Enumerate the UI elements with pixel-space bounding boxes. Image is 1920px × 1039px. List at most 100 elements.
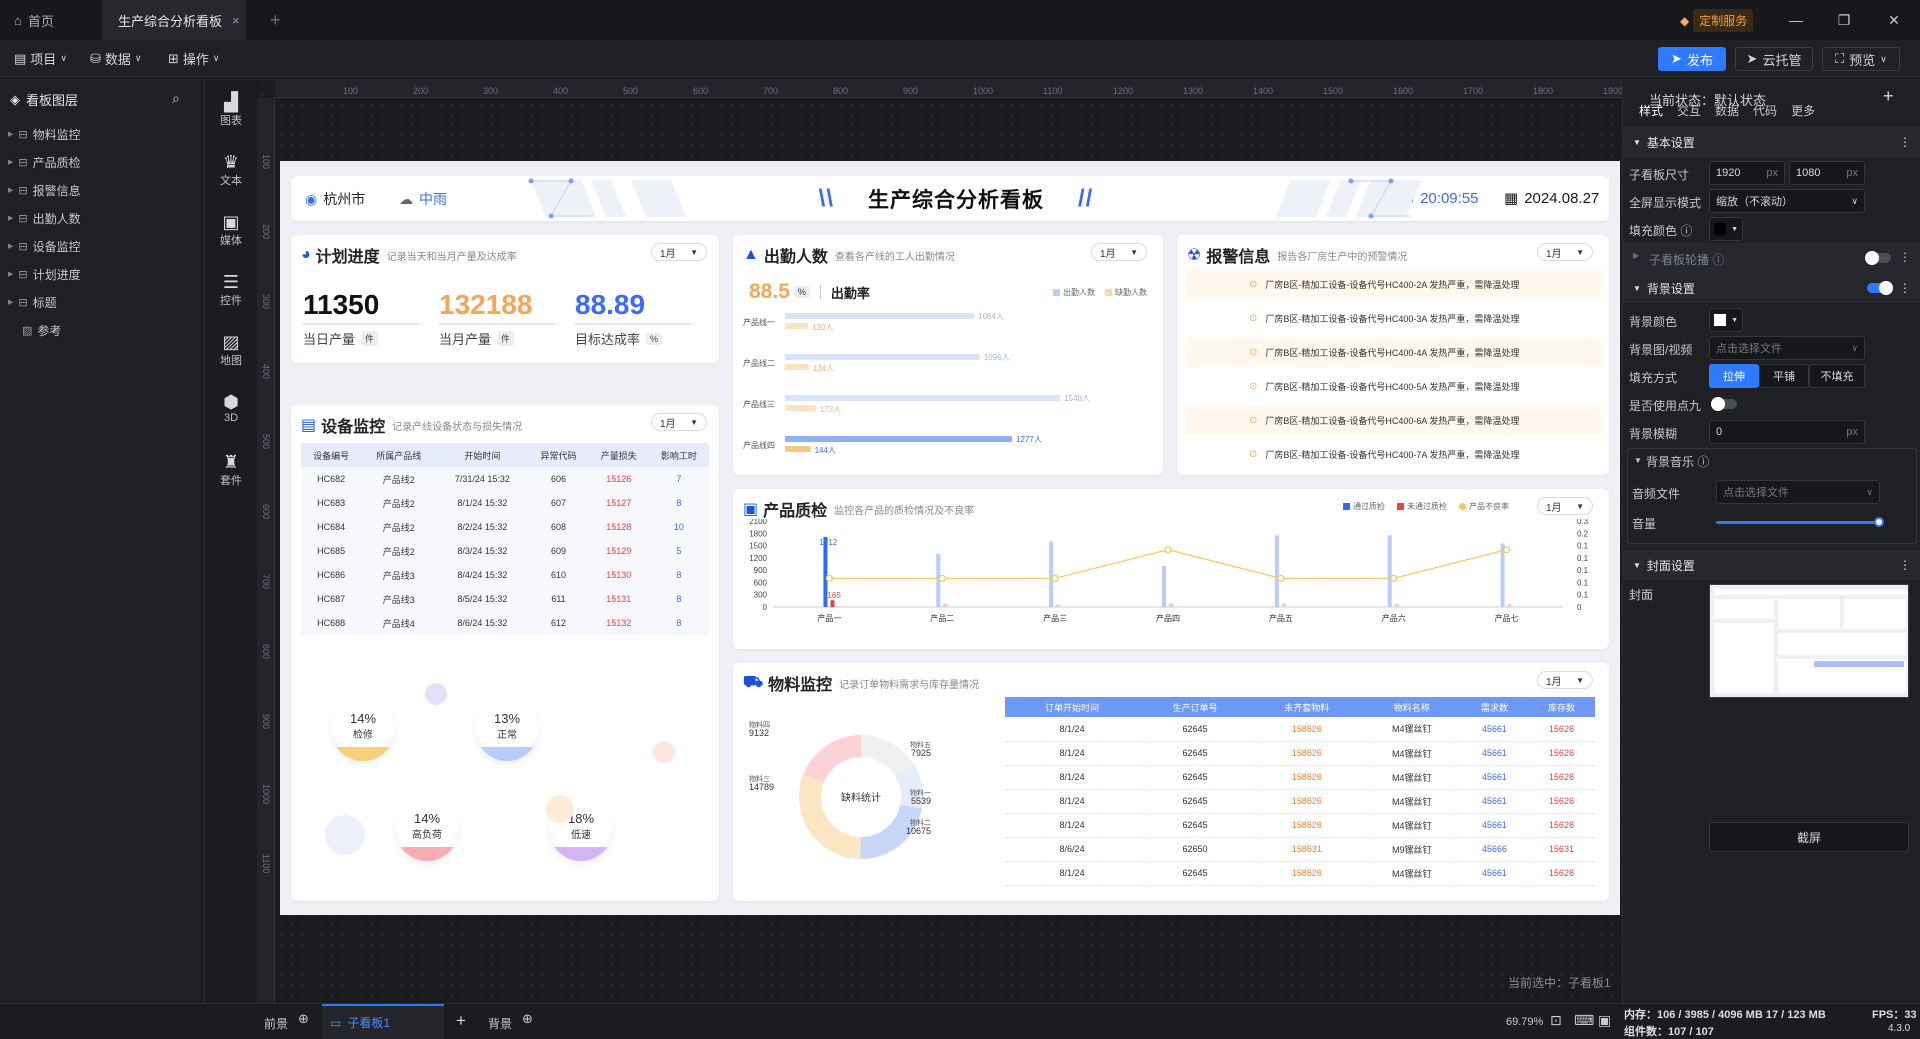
table-row[interactable]: 8/6/24 62650 158631 M9镙丝钉 45666 15631 xyxy=(1005,837,1595,861)
sidebar-item-chart[interactable]: ▟ 图表 xyxy=(205,92,257,128)
properties-tab[interactable]: 交互 xyxy=(1677,102,1701,130)
publish-button[interactable]: ➤ 发布 xyxy=(1658,47,1726,71)
table-row[interactable]: HC685 产品线2 8/3/24 15:32 609 15129 5 xyxy=(301,539,709,563)
quality-month-select[interactable]: 1月 ▼ xyxy=(1537,497,1593,515)
nine-patch-toggle[interactable] xyxy=(1711,397,1737,411)
layer-tab-sub1[interactable]: ▭ 子看板1 xyxy=(322,1004,444,1039)
fullscreen-select[interactable]: 缩放（不滚动） ∨ xyxy=(1709,189,1865,213)
sidebar-item-media[interactable]: ▣ 媒体 xyxy=(205,212,257,248)
table-row[interactable]: HC687 产品线3 8/5/24 15:32 611 15131 8 xyxy=(301,587,709,611)
table-row[interactable]: 8/1/24 62645 158626 M4镙丝钉 45661 15626 xyxy=(1005,741,1595,765)
more-icon[interactable]: ⋮ xyxy=(1899,281,1911,295)
sidebar-item-3d[interactable]: ⬢ 3D xyxy=(205,392,257,424)
caret-right-icon[interactable]: ▶ xyxy=(8,214,13,222)
layer-item[interactable]: ▶ ⊟ 出勤人数 xyxy=(8,208,81,228)
alarm-item[interactable]: ⊙ 厂房B区-精加工设备-设备代号HC400-7A 发热严重，需降温处理 xyxy=(1185,439,1601,469)
fill-mode-stretch[interactable]: 拉伸 xyxy=(1709,364,1759,388)
sidebar-item-control[interactable]: ☰ 控件 xyxy=(205,272,257,308)
caret-right-icon[interactable]: ▶ xyxy=(8,186,13,194)
bg-section[interactable]: ▼ 背景设置 ⋮ xyxy=(1623,273,1920,303)
search-icon[interactable]: ⌕ xyxy=(172,90,180,107)
sidebar-item-kit[interactable]: ♜ 套件 xyxy=(205,452,257,488)
fill-color-picker[interactable]: ▼ xyxy=(1709,217,1743,241)
minimize-icon[interactable]: — xyxy=(1786,10,1806,30)
table-row[interactable]: 8/1/24 62645 158626 M4镙丝钉 45661 15626 xyxy=(1005,717,1595,741)
new-tab-button[interactable]: + xyxy=(270,0,290,40)
alarm-month-select[interactable]: 1月 ▼ xyxy=(1537,243,1593,261)
table-row[interactable]: HC688 产品线4 8/6/24 15:32 612 15132 8 xyxy=(301,611,709,635)
close-icon[interactable]: × xyxy=(232,13,240,28)
keyboard-icon[interactable]: ⌨ xyxy=(1574,1012,1594,1029)
help-icon[interactable]: ⓘ xyxy=(1680,224,1692,238)
blur-input[interactable]: 0 px xyxy=(1709,420,1865,444)
screenshot-button[interactable]: 截屏 xyxy=(1709,822,1909,852)
carousel-toggle[interactable] xyxy=(1865,251,1891,265)
alarm-item[interactable]: ⊙ 厂房B区-精加工设备-设备代号HC400-5A 发热严重，需降温处理 xyxy=(1185,371,1601,401)
table-row[interactable]: HC683 产品线2 8/1/24 15:32 607 15127 8 xyxy=(301,491,709,515)
plan-month-select[interactable]: 1月 ▼ xyxy=(651,243,707,261)
caret-right-icon[interactable]: ▶ xyxy=(8,158,13,166)
cloud-button[interactable]: ➤ 云托管 xyxy=(1735,47,1813,71)
layer-item[interactable]: ▶ ⊟ 产品质检 xyxy=(8,152,81,172)
layer-item[interactable]: ▶ ⊟ 计划进度 xyxy=(8,264,81,284)
table-row[interactable]: 8/1/24 62645 158626 M4镙丝钉 45661 15626 xyxy=(1005,861,1595,885)
more-icon[interactable]: ⋮ xyxy=(1899,135,1911,149)
alarm-item[interactable]: ⊙ 厂房B区-精加工设备-设备代号HC400-2A 发热严重，需降温处理 xyxy=(1185,269,1601,299)
alarm-item[interactable]: ⊙ 厂房B区-精加工设备-设备代号HC400-4A 发热严重，需降温处理 xyxy=(1185,337,1601,367)
close-window-icon[interactable]: ✕ xyxy=(1884,10,1904,30)
caret-right-icon[interactable]: ▶ xyxy=(8,270,13,278)
alarm-item[interactable]: ⊙ 厂房B区-精加工设备-设备代号HC400-3A 发热严重，需降温处理 xyxy=(1185,303,1601,333)
volume-slider[interactable] xyxy=(1716,517,1884,527)
fit-screen-icon[interactable]: ⊡ xyxy=(1550,1012,1562,1029)
more-icon[interactable]: ⋮ xyxy=(1899,250,1911,264)
custom-service-button[interactable]: ◆ 定制服务 xyxy=(1680,9,1754,32)
layer-item[interactable]: ▶ ⊟ 标题 xyxy=(8,292,57,312)
cover-section[interactable]: ▼ 封面设置 ⋮ xyxy=(1623,550,1920,580)
sidebar-item-map[interactable]: ▨ 地图 xyxy=(205,332,257,368)
basic-section[interactable]: ▼ 基本设置 ⋮ xyxy=(1623,127,1920,157)
layer-tab-front[interactable]: 前景 xyxy=(264,1015,288,1032)
layer-item-ref[interactable]: ▨ 参考 xyxy=(22,320,61,340)
bg-image-select[interactable]: 点击选择文件 ∨ xyxy=(1709,336,1865,360)
properties-tab[interactable]: 样式 xyxy=(1639,102,1664,130)
menu-operate[interactable]: ⊞ 操作 ∨ xyxy=(168,49,220,68)
add-icon[interactable]: + xyxy=(456,1011,466,1031)
caret-right-icon[interactable]: ▶ xyxy=(8,242,13,250)
layer-tab-back[interactable]: 背景 xyxy=(488,1015,512,1032)
width-input[interactable]: 1920 px xyxy=(1709,161,1785,185)
sidebar-item-text[interactable]: ♛ 文本 xyxy=(205,152,257,188)
fill-mode-none[interactable]: 不填充 xyxy=(1809,364,1865,388)
tab-dashboard[interactable]: 生产综合分析看板 × xyxy=(102,0,246,40)
menu-project[interactable]: ▤ 项目 ∨ xyxy=(14,49,67,68)
table-row[interactable]: HC682 产品线2 7/31/24 15:32 606 15126 7 xyxy=(301,467,709,491)
table-row[interactable]: HC684 产品线2 8/2/24 15:32 608 15128 10 xyxy=(301,515,709,539)
fill-mode-tile[interactable]: 平铺 xyxy=(1759,364,1809,388)
terminal-icon[interactable]: ▣ xyxy=(1598,1012,1611,1029)
device-month-select[interactable]: 1月 ▼ xyxy=(651,413,707,431)
layer-item[interactable]: ▶ ⊟ 设备监控 xyxy=(8,236,81,256)
table-row[interactable]: 8/1/24 62645 158626 M4镙丝钉 45661 15626 xyxy=(1005,765,1595,789)
properties-tab[interactable]: 数据 xyxy=(1715,102,1739,130)
table-row[interactable]: HC686 产品线3 8/4/24 15:32 610 15130 8 xyxy=(301,563,709,587)
slider-handle[interactable] xyxy=(1874,517,1884,527)
attendance-month-select[interactable]: 1月 ▼ xyxy=(1091,243,1147,261)
zoom-level[interactable]: 69.79% xyxy=(1506,1016,1543,1028)
layer-item[interactable]: ▶ ⊟ 报警信息 xyxy=(8,180,81,200)
menu-data[interactable]: ⛁ 数据 ∨ xyxy=(90,49,142,68)
cover-thumbnail[interactable] xyxy=(1709,584,1909,698)
properties-tab[interactable]: 更多 xyxy=(1791,102,1815,130)
audio-select[interactable]: 点击选择文件 ∨ xyxy=(1716,480,1880,504)
restore-icon[interactable]: ❐ xyxy=(1834,10,1854,30)
bg-color-picker[interactable]: ▼ xyxy=(1709,308,1743,332)
material-month-select[interactable]: 1月 ▼ xyxy=(1537,671,1593,689)
dashboard-canvas[interactable]: ◉杭州市 ☁中雨 \\ 生产综合分析看板 // ◷20:09:55 ▦2024.… xyxy=(280,161,1620,915)
bg-toggle[interactable] xyxy=(1867,281,1893,295)
add-circle-icon[interactable]: ⊕ xyxy=(298,1011,309,1027)
caret-right-icon[interactable]: ▶ xyxy=(8,130,13,138)
preview-button[interactable]: ⛶ 预览 ∨ xyxy=(1822,47,1900,71)
add-state-icon[interactable]: + xyxy=(1883,86,1894,107)
table-row[interactable]: 8/1/24 62645 158626 M4镙丝钉 45661 15626 xyxy=(1005,789,1595,813)
add-circle-icon[interactable]: ⊕ xyxy=(522,1011,533,1027)
height-input[interactable]: 1080 px xyxy=(1789,161,1865,185)
table-row[interactable]: 8/1/24 62645 158626 M4镙丝钉 45661 15626 xyxy=(1005,813,1595,837)
